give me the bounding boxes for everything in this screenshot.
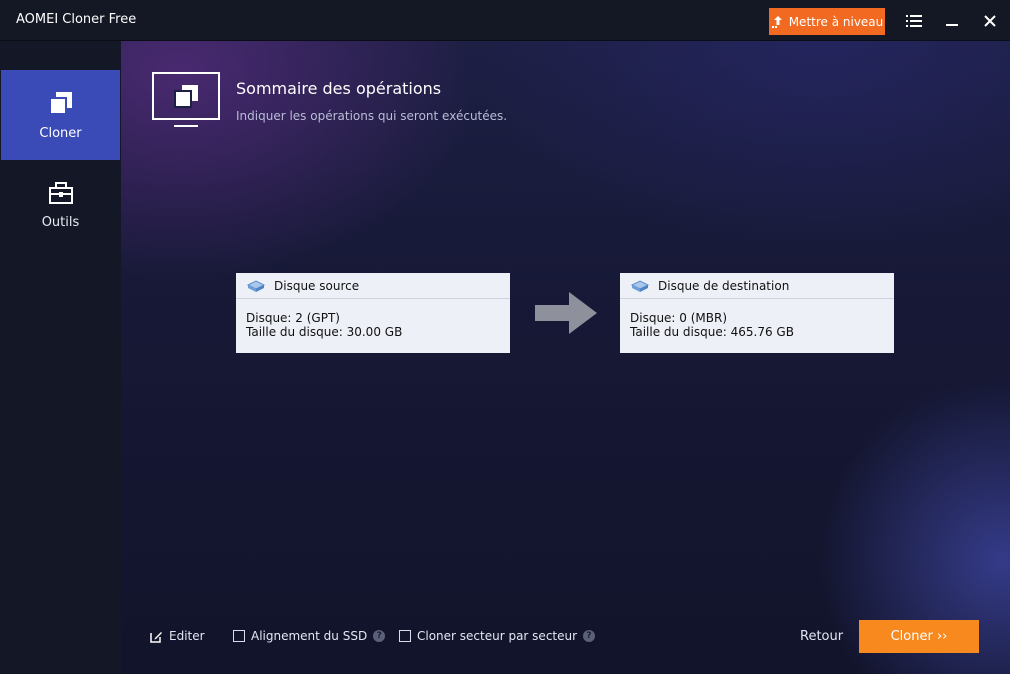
edit-label: Editer	[169, 629, 205, 643]
title-bar: AOMEI Cloner Free Mettre à niveau	[0, 0, 1010, 41]
source-disk-card[interactable]: Disque source Disque: 2 (GPT) Taille du …	[236, 273, 510, 353]
upgrade-label: Mettre à niveau	[788, 14, 884, 29]
sidebar: Cloner Outils	[0, 41, 121, 674]
clone-icon	[48, 91, 72, 115]
checkbox-box[interactable]	[399, 630, 411, 642]
checkbox-box[interactable]	[233, 630, 245, 642]
destination-disk-size: Taille du disque: 465.76 GB	[630, 325, 794, 339]
help-icon[interactable]: ?	[373, 630, 386, 642]
edit-icon	[150, 631, 162, 643]
disk-icon	[246, 279, 266, 292]
page-subtitle: Indiquer les opérations qui seront exécu…	[236, 109, 508, 123]
sidebar-item-cloner[interactable]: Cloner	[1, 70, 120, 160]
back-button[interactable]: Retour	[800, 629, 843, 644]
minimize-icon[interactable]	[941, 10, 963, 32]
upgrade-arrow-icon	[771, 15, 782, 28]
app-title: AOMEI Cloner Free	[16, 12, 137, 27]
sector-clone-checkbox[interactable]: Cloner secteur par secteur ?	[399, 628, 596, 644]
page-title: Sommaire des opérations	[236, 79, 442, 98]
destination-disk-card[interactable]: Disque de destination Disque: 0 (MBR) Ta…	[620, 273, 894, 353]
source-disk-size: Taille du disque: 30.00 GB	[246, 325, 403, 339]
sidebar-item-label: Outils	[41, 214, 80, 230]
sector-clone-label: Cloner secteur par secteur	[417, 629, 578, 643]
source-disk-number: Disque: 2 (GPT)	[246, 311, 340, 325]
destination-disk-title: Disque de destination	[658, 278, 790, 293]
toolbox-icon	[48, 181, 73, 204]
arrow-right-icon	[535, 292, 597, 334]
edit-button[interactable]: Editer	[150, 628, 205, 644]
source-disk-title: Disque source	[274, 278, 360, 293]
monitor-clone-icon	[152, 72, 220, 127]
sidebar-item-label: Cloner	[39, 125, 82, 141]
destination-disk-number: Disque: 0 (MBR)	[630, 311, 728, 325]
ssd-alignment-checkbox[interactable]: Alignement du SSD ?	[233, 628, 386, 644]
help-icon[interactable]: ?	[583, 630, 596, 642]
sidebar-item-outils[interactable]: Outils	[1, 160, 120, 250]
main-panel: Sommaire des opérations Indiquer les opé…	[121, 41, 1010, 674]
close-icon[interactable]	[979, 10, 1001, 32]
ssd-alignment-label: Alignement du SSD	[251, 629, 368, 643]
clone-button[interactable]: Cloner ››	[859, 620, 979, 653]
upgrade-button[interactable]: Mettre à niveau	[769, 8, 885, 35]
menu-icon[interactable]	[903, 10, 925, 32]
disk-icon	[630, 279, 650, 292]
